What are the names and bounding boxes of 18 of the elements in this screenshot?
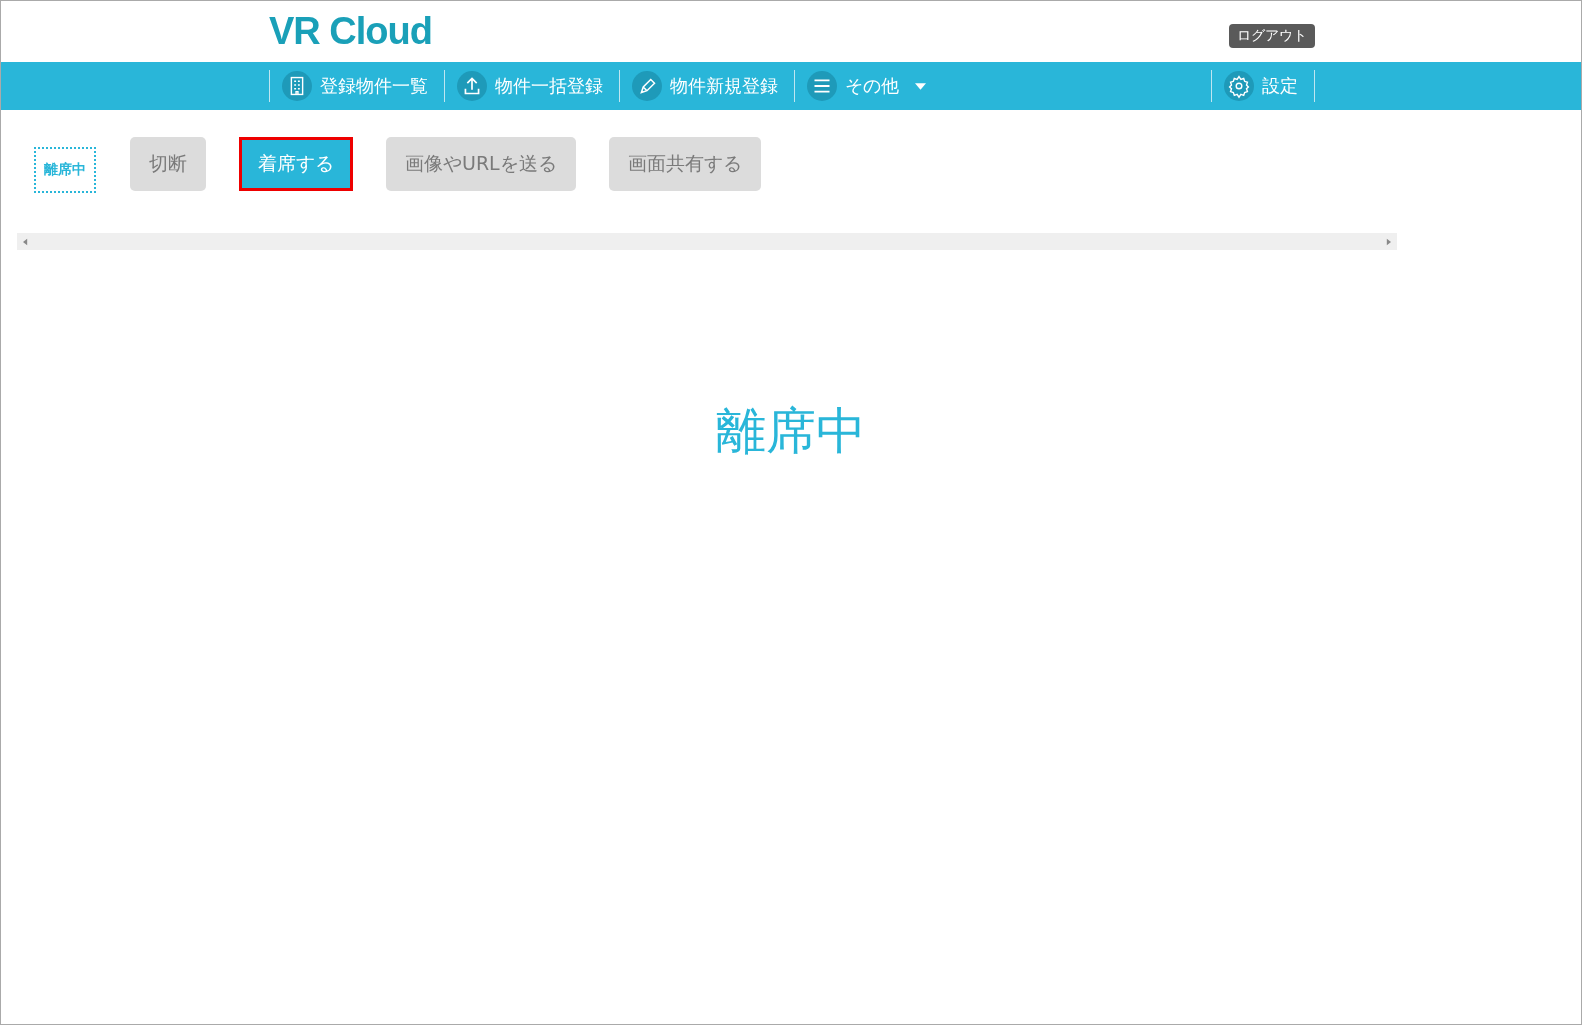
action-button[interactable]: 着席する [239,137,353,191]
status-badge: 離席中 [34,147,96,193]
nav-item[interactable]: その他 [794,70,942,102]
logout-button[interactable]: ログアウト [1229,23,1315,48]
logo: VR Cloud [269,10,432,53]
nav-item[interactable]: 物件一括登録 [444,70,619,102]
horizontal-scrollbar[interactable] [17,233,1397,250]
upload-icon [457,71,487,101]
pencil-icon [632,71,662,101]
nav-item[interactable]: 物件新規登録 [619,70,794,102]
nav-item[interactable]: 設定 [1211,70,1315,102]
scroll-left-icon[interactable] [23,237,28,246]
status-message: 離席中 [715,401,867,462]
settings-icon [1224,71,1254,101]
building-icon [282,71,312,101]
menu-icon [807,71,837,101]
scroll-right-icon[interactable] [1386,237,1391,246]
nav-item[interactable]: 登録物件一覧 [269,70,444,102]
